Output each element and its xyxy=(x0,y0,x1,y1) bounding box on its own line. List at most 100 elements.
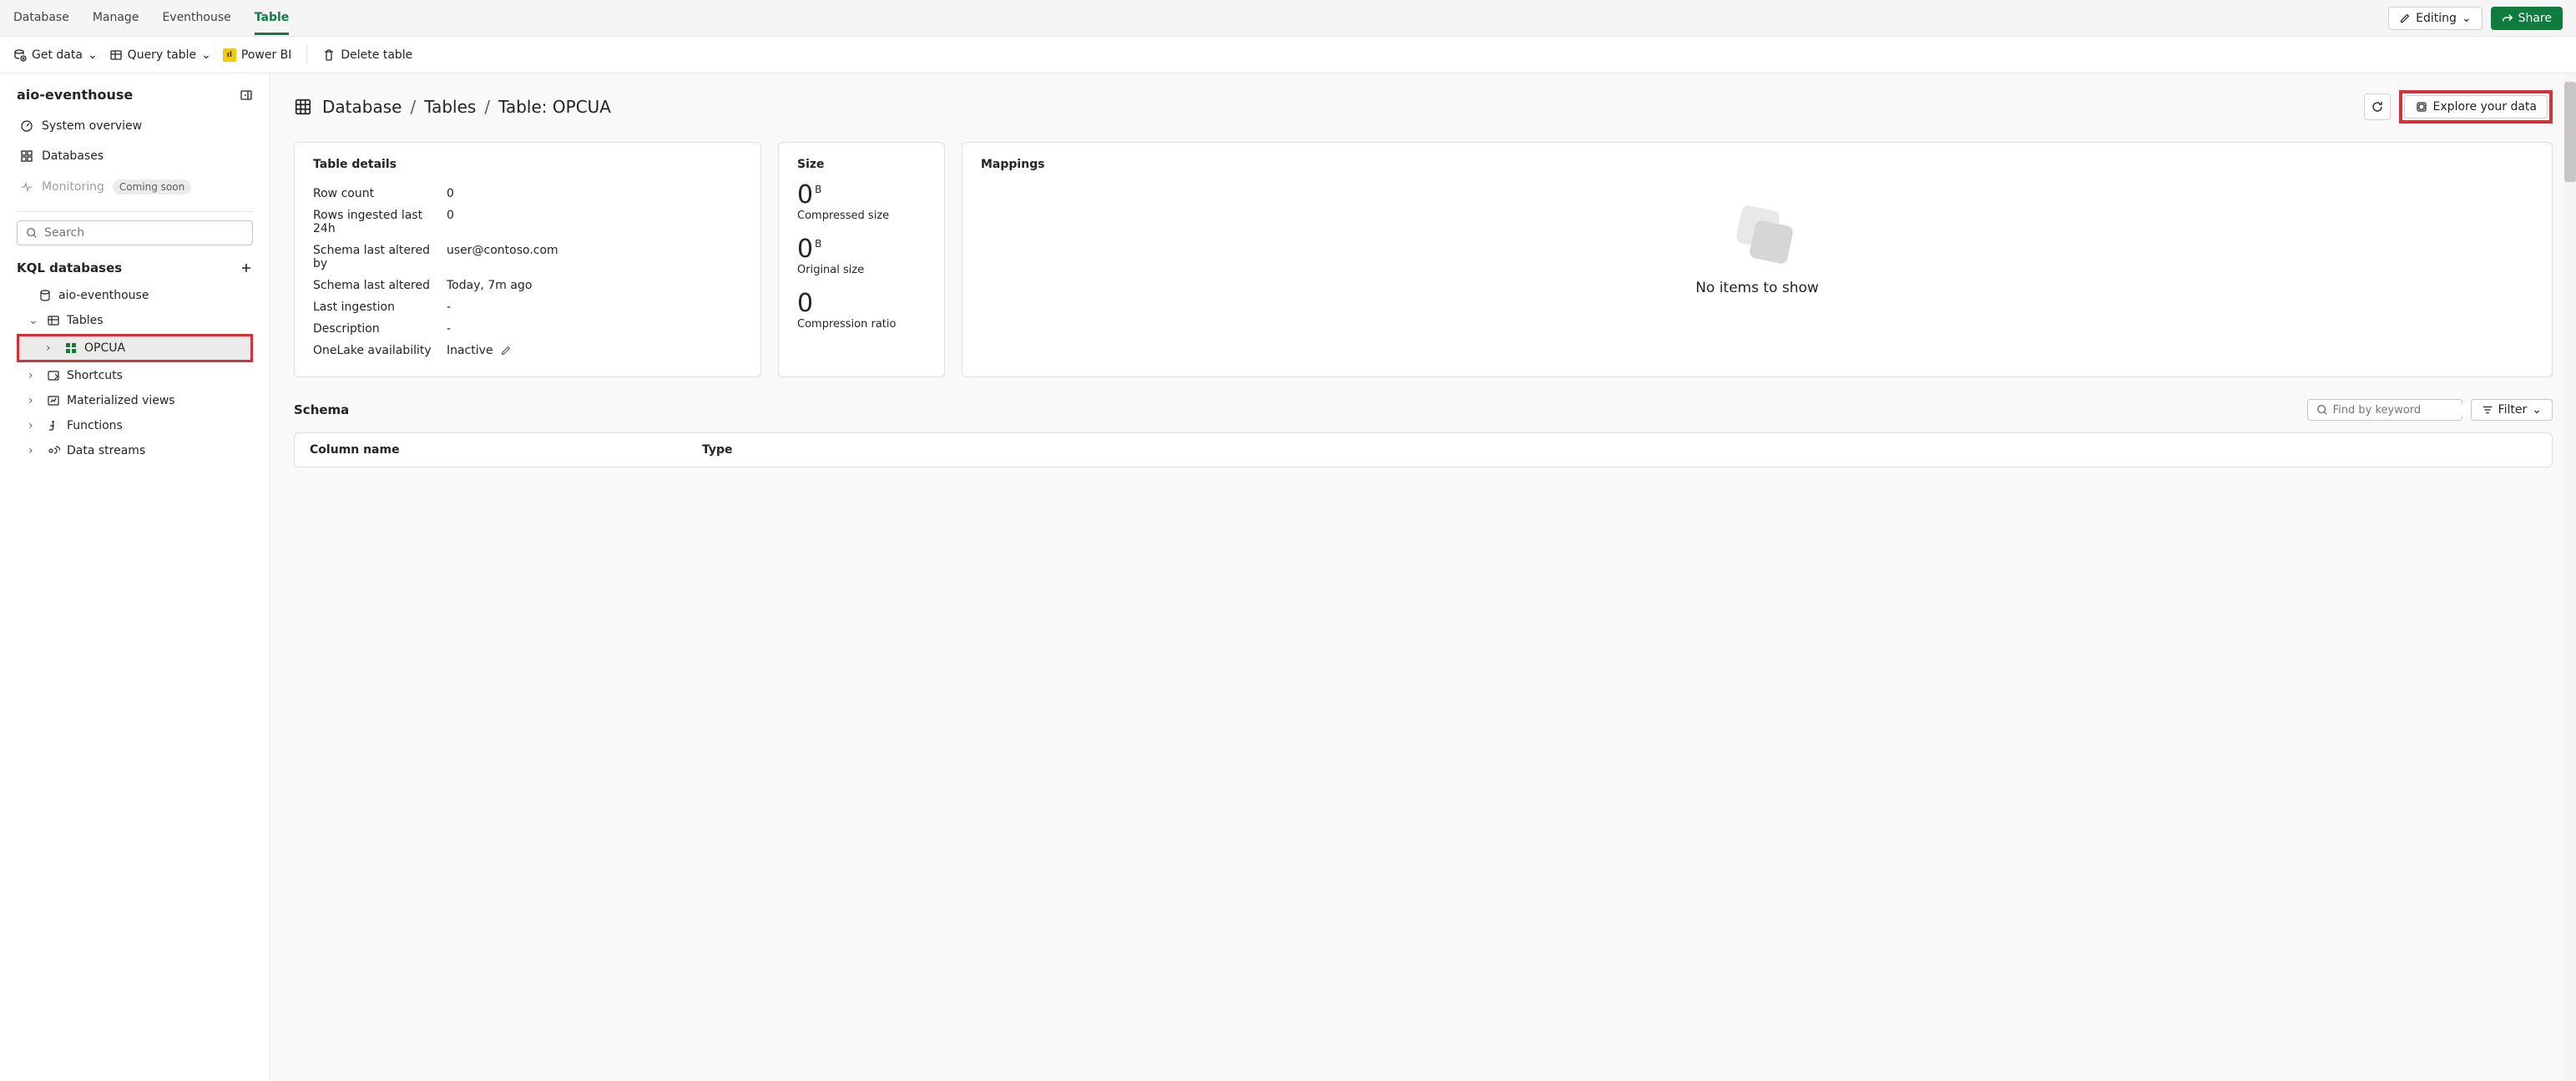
get-data-button[interactable]: Get data ⌄ xyxy=(13,48,98,62)
power-bi-label: Power BI xyxy=(241,48,292,62)
size-unit: B xyxy=(815,239,821,249)
database-plus-icon xyxy=(13,48,27,62)
mappings-card: Mappings No items to show xyxy=(962,142,2553,377)
sidebar-item-system-overview[interactable]: System overview xyxy=(17,113,253,139)
sidebar-item-label: Databases xyxy=(42,149,104,163)
sidebar-search[interactable] xyxy=(17,220,253,245)
chevron-down-icon: ⌄ xyxy=(2532,403,2542,417)
detail-key: Description xyxy=(313,322,447,336)
detail-key: Schema last altered by xyxy=(313,244,447,270)
tree-item-label: aio-eventhouse xyxy=(58,289,149,302)
detail-val: Today, 7m ago xyxy=(447,279,532,292)
chevron-right-icon: › xyxy=(46,341,58,355)
tree-item-data-streams[interactable]: › Data streams xyxy=(17,439,253,462)
sidebar: aio-eventhouse System overview Databases xyxy=(0,73,270,1081)
schema-find[interactable] xyxy=(2307,399,2462,421)
query-table-label: Query table xyxy=(128,48,196,62)
col-header-type[interactable]: Type xyxy=(702,443,2537,457)
filter-label: Filter xyxy=(2498,403,2528,417)
chevron-down-icon: ⌄ xyxy=(201,48,211,62)
breadcrumb-database[interactable]: Database xyxy=(322,97,402,117)
tree-item-materialized-views[interactable]: › Materialized views xyxy=(17,389,253,412)
toolbar: Get data ⌄ Query table ⌄ ıl Power BI Del… xyxy=(0,37,2576,73)
detail-key: Rows ingested last 24h xyxy=(313,209,447,235)
delete-table-label: Delete table xyxy=(341,48,412,62)
toolbar-separator xyxy=(306,45,307,65)
breadcrumb-sep: / xyxy=(484,97,490,117)
database-tree: aio-eventhouse ⌄ Tables › OPCUA › xyxy=(17,284,253,462)
tabs-bar: Database Manage Eventhouse Table Editing… xyxy=(0,0,2576,37)
sidebar-item-label: Monitoring xyxy=(42,180,104,194)
main-content: Database / Tables / Table: OPCUA Explore… xyxy=(270,73,2576,1081)
shortcut-icon xyxy=(47,369,60,382)
trash-icon xyxy=(322,48,336,62)
no-items-text: No items to show xyxy=(1695,280,1819,296)
refresh-button[interactable] xyxy=(2364,93,2391,120)
chevron-right-icon: › xyxy=(28,369,40,382)
tree-item-shortcuts[interactable]: › Shortcuts xyxy=(17,364,253,387)
scrollbar[interactable] xyxy=(2564,73,2576,1081)
explore-icon xyxy=(2415,100,2428,114)
table-icon xyxy=(64,341,78,355)
search-input[interactable] xyxy=(44,226,244,240)
tab-table[interactable]: Table xyxy=(255,3,290,35)
chevron-right-icon: › xyxy=(28,394,40,407)
plus-icon[interactable] xyxy=(240,261,253,275)
tree-item-database[interactable]: aio-eventhouse xyxy=(17,284,253,307)
detail-val: 0 xyxy=(447,187,454,200)
search-icon xyxy=(2316,404,2328,416)
schema-title: Schema xyxy=(294,402,349,417)
tab-database[interactable]: Database xyxy=(13,3,69,34)
card-title: Size xyxy=(797,158,926,171)
editing-button[interactable]: Editing ⌄ xyxy=(2388,7,2483,30)
size-value: 0 xyxy=(797,291,813,316)
card-title: Mappings xyxy=(981,158,1045,171)
tab-eventhouse[interactable]: Eventhouse xyxy=(162,3,230,34)
chevron-down-icon: ⌄ xyxy=(88,48,98,62)
power-bi-icon: ıl xyxy=(223,48,236,62)
detail-val: - xyxy=(447,301,451,314)
size-label: Compressed size xyxy=(797,210,926,222)
explore-label: Explore your data xyxy=(2433,100,2537,114)
table-grid-icon xyxy=(294,98,312,116)
col-header-name[interactable]: Column name xyxy=(310,443,702,457)
tree-item-functions[interactable]: › Functions xyxy=(17,414,253,437)
find-input[interactable] xyxy=(2333,404,2475,417)
filter-button[interactable]: Filter ⌄ xyxy=(2471,399,2553,421)
tree-item-label: Materialized views xyxy=(67,394,175,407)
function-icon xyxy=(47,419,60,432)
tree-item-tables[interactable]: ⌄ Tables xyxy=(17,309,253,332)
tree-item-label: Tables xyxy=(67,314,104,327)
mat-view-icon xyxy=(47,394,60,407)
power-bi-button[interactable]: ıl Power BI xyxy=(223,48,292,62)
empty-state-icon xyxy=(1724,208,1791,266)
share-button[interactable]: Share xyxy=(2491,7,2563,30)
size-value: 0 xyxy=(797,183,813,208)
size-label: Original size xyxy=(797,264,926,276)
chevron-right-icon: › xyxy=(28,419,40,432)
tree-item-opcua[interactable]: › OPCUA xyxy=(17,334,253,362)
size-unit: B xyxy=(815,184,821,194)
query-table-button[interactable]: Query table ⌄ xyxy=(109,48,211,62)
tab-manage[interactable]: Manage xyxy=(93,3,139,34)
stream-icon xyxy=(47,444,60,457)
size-value: 0 xyxy=(797,237,813,262)
table-query-icon xyxy=(109,48,123,62)
expand-panel-icon[interactable] xyxy=(240,88,253,102)
tree-item-label: OPCUA xyxy=(84,341,125,355)
pencil-icon[interactable] xyxy=(500,345,512,356)
sidebar-item-databases[interactable]: Databases xyxy=(17,143,253,169)
database-icon xyxy=(38,289,52,302)
tree-item-label: Data streams xyxy=(67,444,145,457)
explore-data-button[interactable]: Explore your data xyxy=(2404,95,2548,119)
filter-icon xyxy=(2482,404,2493,416)
pulse-icon xyxy=(20,180,33,194)
editing-label: Editing xyxy=(2416,12,2457,25)
card-title: Table details xyxy=(313,158,742,171)
breadcrumb-tables[interactable]: Tables xyxy=(424,97,476,117)
breadcrumb: Database / Tables / Table: OPCUA xyxy=(322,97,611,117)
sidebar-item-label: System overview xyxy=(42,119,142,133)
delete-table-button[interactable]: Delete table xyxy=(322,48,412,62)
size-card: Size 0B Compressed size 0B Original size… xyxy=(778,142,945,377)
scrollbar-thumb[interactable] xyxy=(2564,82,2576,182)
